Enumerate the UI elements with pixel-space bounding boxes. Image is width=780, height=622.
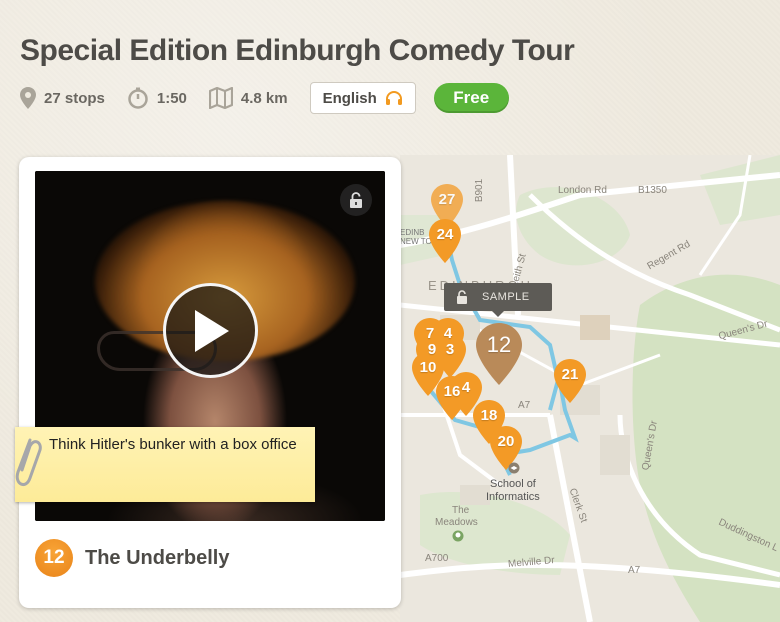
map-label-the: The (452, 505, 470, 516)
folded-map-icon (208, 87, 233, 109)
unlock-icon (350, 192, 362, 208)
headphones-icon (385, 90, 403, 106)
map-label-informatics: Informatics (486, 491, 540, 503)
distance-info: 4.8 km (208, 87, 288, 109)
tour-meta-bar: 27 stops 1:50 4.8 km English Free (20, 82, 509, 114)
duration-info: 1:50 (127, 87, 187, 109)
stops-info: 27 stops (20, 87, 105, 109)
sample-tooltip: SAMPLE (444, 283, 552, 317)
play-button[interactable] (163, 283, 258, 378)
paperclip-icon (15, 438, 42, 487)
map-label-a7-south: A7 (628, 565, 641, 576)
map-label-school-of: School of (490, 478, 536, 490)
stopwatch-icon (127, 87, 149, 109)
map-pin-24[interactable]: 24 (429, 219, 461, 263)
sample-label: SAMPLE (482, 291, 530, 303)
duration-value: 1:50 (156, 89, 187, 107)
unlock-icon (456, 290, 468, 304)
map-label-a700: A700 (425, 553, 449, 564)
map-pin-12-active[interactable]: 12 (476, 323, 522, 385)
stop-name: The Underbelly (85, 546, 230, 569)
stops-count: 27 stops (44, 89, 105, 107)
note-text: Think Hitler's bunker with a box office (49, 436, 297, 453)
school-marker-icon (508, 462, 520, 474)
sticky-note: Think Hitler's bunker with a box office (15, 427, 315, 502)
map-label-edinb: EDINB (400, 228, 425, 237)
language-label: English (322, 89, 377, 107)
map-label-london-rd: London Rd (558, 185, 607, 196)
map-pin-21[interactable]: 21 (554, 359, 586, 403)
play-icon (194, 309, 229, 352)
current-stop[interactable]: 12 The Underbelly (35, 539, 229, 577)
map-label-meadows: Meadows (435, 517, 478, 528)
unlock-button[interactable] (340, 184, 372, 216)
map-label-new-to: NEW TO (400, 237, 432, 246)
stop-number-badge: 12 (35, 539, 73, 577)
map-label-b901: B901 (474, 178, 486, 203)
park-marker-icon (452, 530, 464, 542)
tour-title: Special Edition Edinburgh Comedy Tour (20, 34, 575, 67)
map-label-a7-north: A7 (518, 400, 531, 411)
language-button[interactable]: English (309, 82, 416, 114)
location-pin-icon (20, 87, 36, 109)
distance-value: 4.8 km (240, 89, 288, 107)
free-price-button[interactable]: Free (433, 83, 509, 113)
map-label-b1350: B1350 (638, 185, 667, 196)
